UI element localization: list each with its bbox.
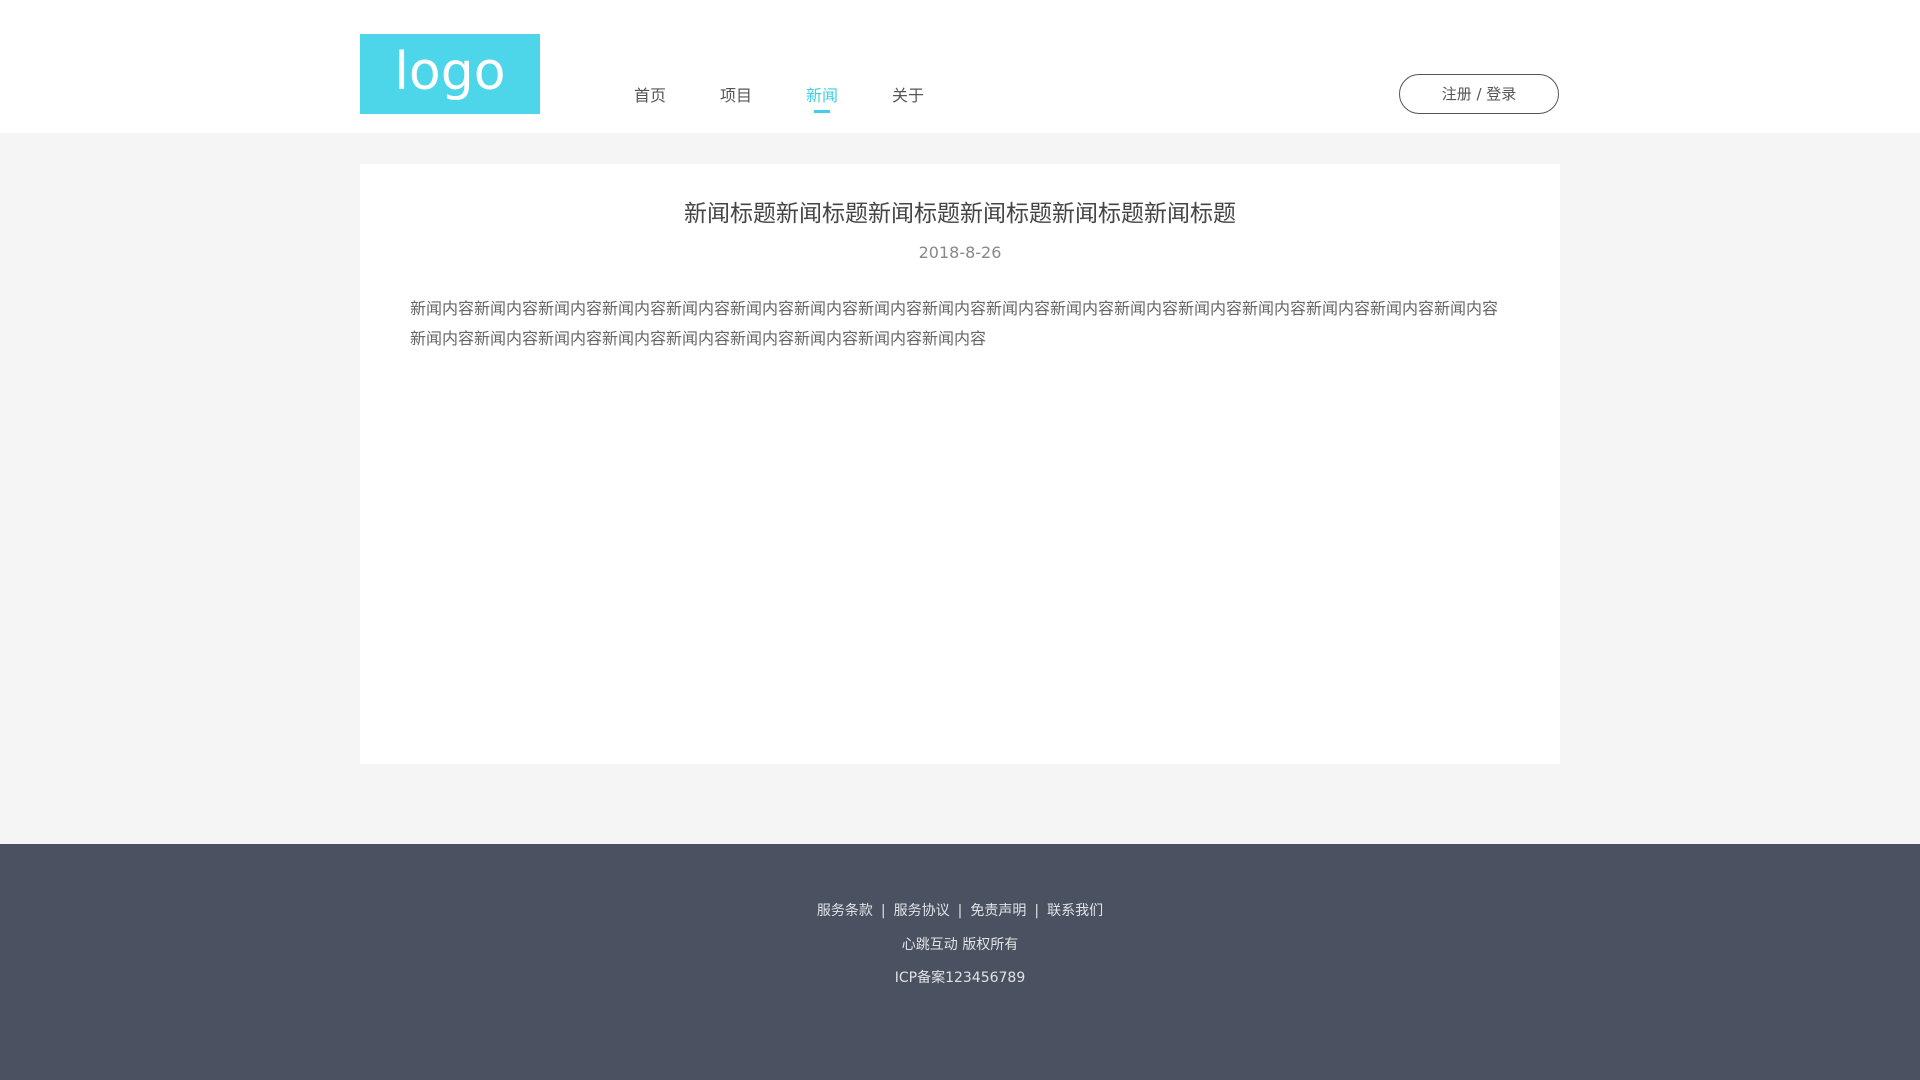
footer-icp: ICP备案123456789 (894, 970, 1026, 986)
nav-item-home[interactable]: 首页 (634, 84, 666, 116)
nav-item-label: 项目 (720, 86, 753, 105)
logo[interactable]: logo (360, 34, 540, 114)
article-date: 2018-8-26 (918, 243, 1002, 262)
site-header: logo 首页 项目 新闻 关于 注册 / 登录 (0, 0, 1920, 133)
article-title: 新闻标题新闻标题新闻标题新闻标题新闻标题新闻标题 (684, 201, 1236, 227)
register-login-button[interactable]: 注册 / 登录 (1399, 74, 1559, 114)
main-nav: 首页 项目 新闻 关于 (634, 84, 978, 116)
nav-item-label: 新闻 (806, 86, 839, 105)
nav-active-indicator (814, 110, 831, 113)
footer-separator: | (880, 903, 886, 919)
footer-copyright: 心跳互动 版权所有 (901, 937, 1019, 953)
nav-item-label: 关于 (892, 86, 925, 105)
footer-link-contact[interactable]: 联系我们 (1047, 903, 1103, 919)
footer-separator: | (1034, 903, 1040, 919)
news-article: 新闻标题新闻标题新闻标题新闻标题新闻标题新闻标题 2018-8-26 新闻内容新… (360, 164, 1560, 764)
footer-separator: | (957, 903, 963, 919)
nav-item-about[interactable]: 关于 (892, 84, 924, 116)
footer-links: 服务条款 | 服务协议 | 免责声明 | 联系我们 (0, 900, 1920, 922)
footer-link-terms[interactable]: 服务条款 (817, 903, 873, 919)
nav-item-news[interactable]: 新闻 (806, 84, 838, 116)
footer-link-disclaimer[interactable]: 免责声明 (970, 903, 1026, 919)
site-footer: 服务条款 | 服务协议 | 免责声明 | 联系我们 心跳互动 版权所有 ICP备案12345… (0, 844, 1920, 1080)
article-body: 新闻内容新闻内容新闻内容新闻内容新闻内容新闻内容新闻内容新闻内容新闻内容新闻内容… (410, 299, 1499, 348)
nav-item-label: 首页 (634, 86, 667, 105)
nav-item-projects[interactable]: 项目 (720, 84, 752, 116)
footer-link-agreement[interactable]: 服务协议 (894, 903, 950, 919)
